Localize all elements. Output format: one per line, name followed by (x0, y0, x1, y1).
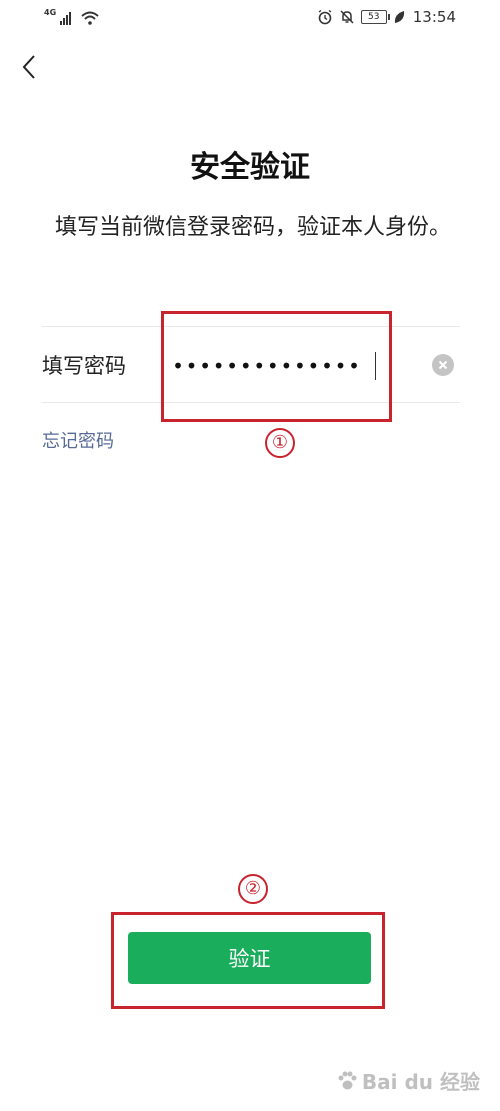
password-label: 填写密码 (42, 354, 126, 378)
wifi-icon (81, 11, 99, 25)
verify-button[interactable]: 验证 (128, 932, 371, 984)
network-type: 4G (44, 8, 57, 17)
forgot-password-link[interactable]: 忘记密码 (42, 427, 114, 453)
paw-icon (338, 1071, 357, 1089)
battery-icon: 53 (360, 10, 390, 24)
back-button[interactable] (14, 52, 44, 82)
annotation-step2: ② (238, 874, 268, 904)
status-time: 13:54 (412, 8, 456, 26)
status-left: 4G (44, 9, 99, 25)
signal-icon (60, 11, 72, 25)
status-bar: 4G 53 13:54 (0, 0, 500, 36)
close-icon (438, 360, 448, 370)
page-subtitle: 填写当前微信登录密码，验证本人身份。 (54, 215, 451, 240)
status-right: 53 13:54 (317, 8, 456, 26)
annotation-box-step1 (161, 311, 392, 422)
watermark-text: Bai du 经验 (361, 1070, 480, 1094)
watermark: Bai du 经验 (336, 1066, 480, 1095)
chevron-left-icon (22, 55, 35, 79)
page-title: 安全验证 (190, 150, 310, 185)
battery-level: 53 (368, 12, 380, 22)
alarm-icon (318, 9, 332, 25)
clear-input-button[interactable] (432, 354, 454, 376)
mute-bell-icon (340, 10, 354, 24)
leaf-icon (394, 11, 404, 23)
annotation-step1: ① (265, 428, 295, 458)
